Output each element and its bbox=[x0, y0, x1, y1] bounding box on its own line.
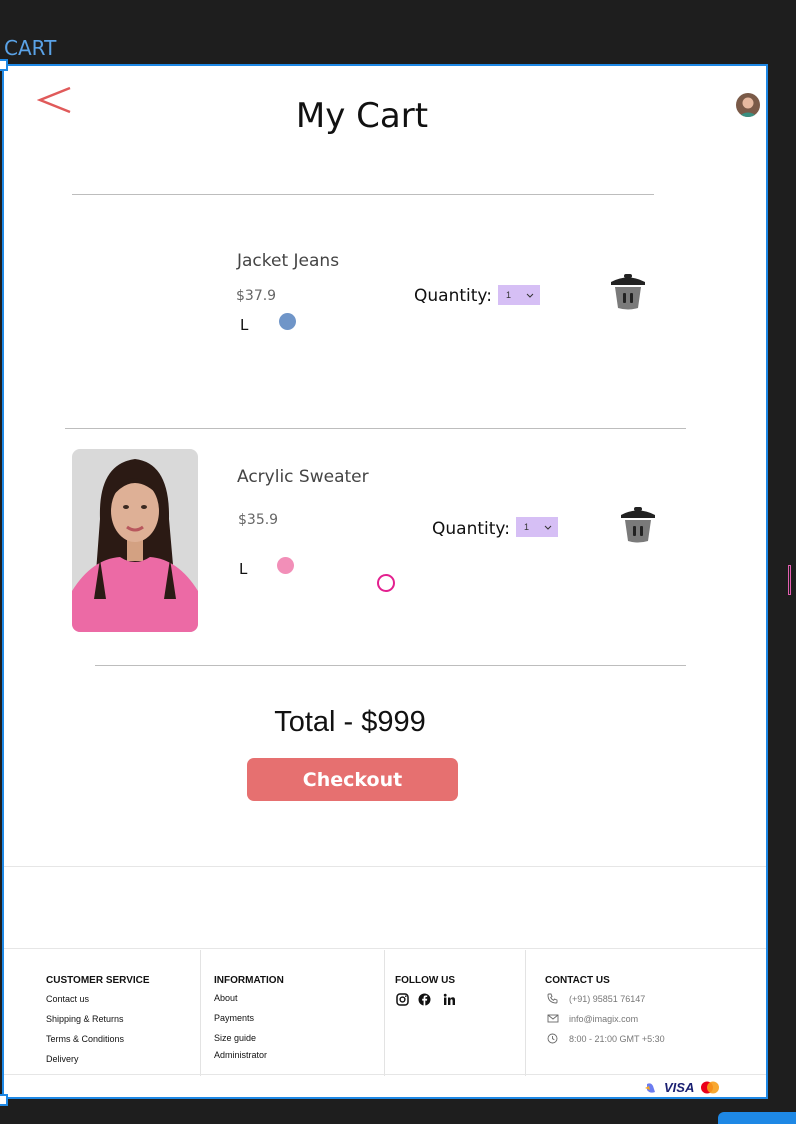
footer-link[interactable]: Shipping & Returns bbox=[46, 1014, 124, 1024]
mail-icon bbox=[547, 1014, 559, 1023]
footer-link[interactable]: About bbox=[214, 993, 238, 1003]
color-swatch[interactable] bbox=[277, 557, 294, 574]
quantity-select[interactable]: 1 bbox=[498, 285, 540, 305]
selection-handle[interactable] bbox=[0, 1094, 8, 1106]
quantity-value: 1 bbox=[524, 522, 530, 532]
selection-handle[interactable] bbox=[0, 59, 8, 71]
instagram-icon[interactable] bbox=[396, 993, 409, 1006]
footer-information: INFORMATION About Payments Size guide Ad… bbox=[201, 950, 385, 1076]
visa-logo: VISA bbox=[664, 1080, 695, 1095]
divider bbox=[4, 948, 766, 949]
cart-screen: My Cart Jacket Jeans $37.9 L Quantity: 1 bbox=[2, 64, 768, 1099]
chevron-down-icon bbox=[544, 525, 552, 530]
selection-ring bbox=[377, 574, 395, 592]
contact-phone-text: (+91) 95851 76147 bbox=[569, 994, 646, 1004]
trash-icon[interactable] bbox=[608, 273, 648, 311]
divider bbox=[4, 866, 766, 867]
divider bbox=[65, 428, 686, 429]
footer-customer-service: CUSTOMER SERVICE Contact us Shipping & R… bbox=[4, 950, 201, 1076]
item-size: L bbox=[239, 560, 248, 578]
chevron-down-icon bbox=[526, 293, 534, 298]
footer-contact: CONTACT US (+91) 95851 76147 info@imagix… bbox=[526, 950, 766, 1076]
footer-link[interactable]: Contact us bbox=[46, 994, 89, 1004]
item-size: L bbox=[240, 316, 249, 334]
footer-heading: FOLLOW US bbox=[395, 975, 455, 986]
cart-total: Total - $999 bbox=[274, 706, 426, 738]
divider bbox=[95, 665, 686, 666]
item-name: Acrylic Sweater bbox=[237, 467, 369, 487]
quantity-label: Quantity: bbox=[414, 286, 492, 306]
quantity-select[interactable]: 1 bbox=[516, 517, 558, 537]
page-title: My Cart bbox=[295, 96, 429, 136]
canvas-button[interactable] bbox=[718, 1112, 796, 1124]
item-price: $35.9 bbox=[238, 512, 279, 528]
footer-link[interactable]: Administrator bbox=[214, 1050, 267, 1060]
checkout-button[interactable]: Checkout bbox=[247, 758, 458, 801]
item-name: Jacket Jeans bbox=[237, 251, 340, 271]
payment-methods: VISA bbox=[644, 1080, 720, 1095]
clock-icon bbox=[547, 1033, 558, 1044]
mastercard-icon bbox=[701, 1081, 720, 1094]
canvas-background bbox=[769, 64, 796, 1100]
footer-link[interactable]: Delivery bbox=[46, 1054, 79, 1064]
color-swatch[interactable] bbox=[279, 313, 296, 330]
divider bbox=[72, 194, 654, 195]
trash-icon[interactable] bbox=[618, 506, 658, 544]
applepay-icon bbox=[645, 1082, 655, 1093]
footer-heading: CONTACT US bbox=[545, 975, 610, 986]
frame-label: CART bbox=[4, 36, 57, 60]
quantity-value: 1 bbox=[506, 290, 512, 300]
item-price: $37.9 bbox=[236, 288, 277, 304]
resize-handle[interactable] bbox=[788, 565, 791, 595]
facebook-icon[interactable] bbox=[418, 993, 431, 1006]
contact-email-text: info@imagix.com bbox=[569, 1014, 639, 1024]
footer-heading: INFORMATION bbox=[214, 975, 284, 986]
footer-heading: CUSTOMER SERVICE bbox=[46, 975, 150, 986]
footer-link[interactable]: Terms & Conditions bbox=[46, 1034, 124, 1044]
footer-link[interactable]: Payments bbox=[214, 1013, 254, 1023]
linkedin-icon[interactable] bbox=[443, 993, 456, 1006]
product-photo bbox=[72, 449, 198, 632]
phone-icon bbox=[547, 993, 558, 1004]
avatar[interactable] bbox=[736, 93, 760, 117]
contact-hours-text: 8:00 - 21:00 GMT +5:30 bbox=[569, 1034, 665, 1044]
footer-link[interactable]: Size guide bbox=[214, 1033, 256, 1043]
quantity-label: Quantity: bbox=[432, 519, 510, 539]
divider bbox=[4, 1074, 766, 1075]
footer-follow: FOLLOW US bbox=[385, 950, 526, 1076]
